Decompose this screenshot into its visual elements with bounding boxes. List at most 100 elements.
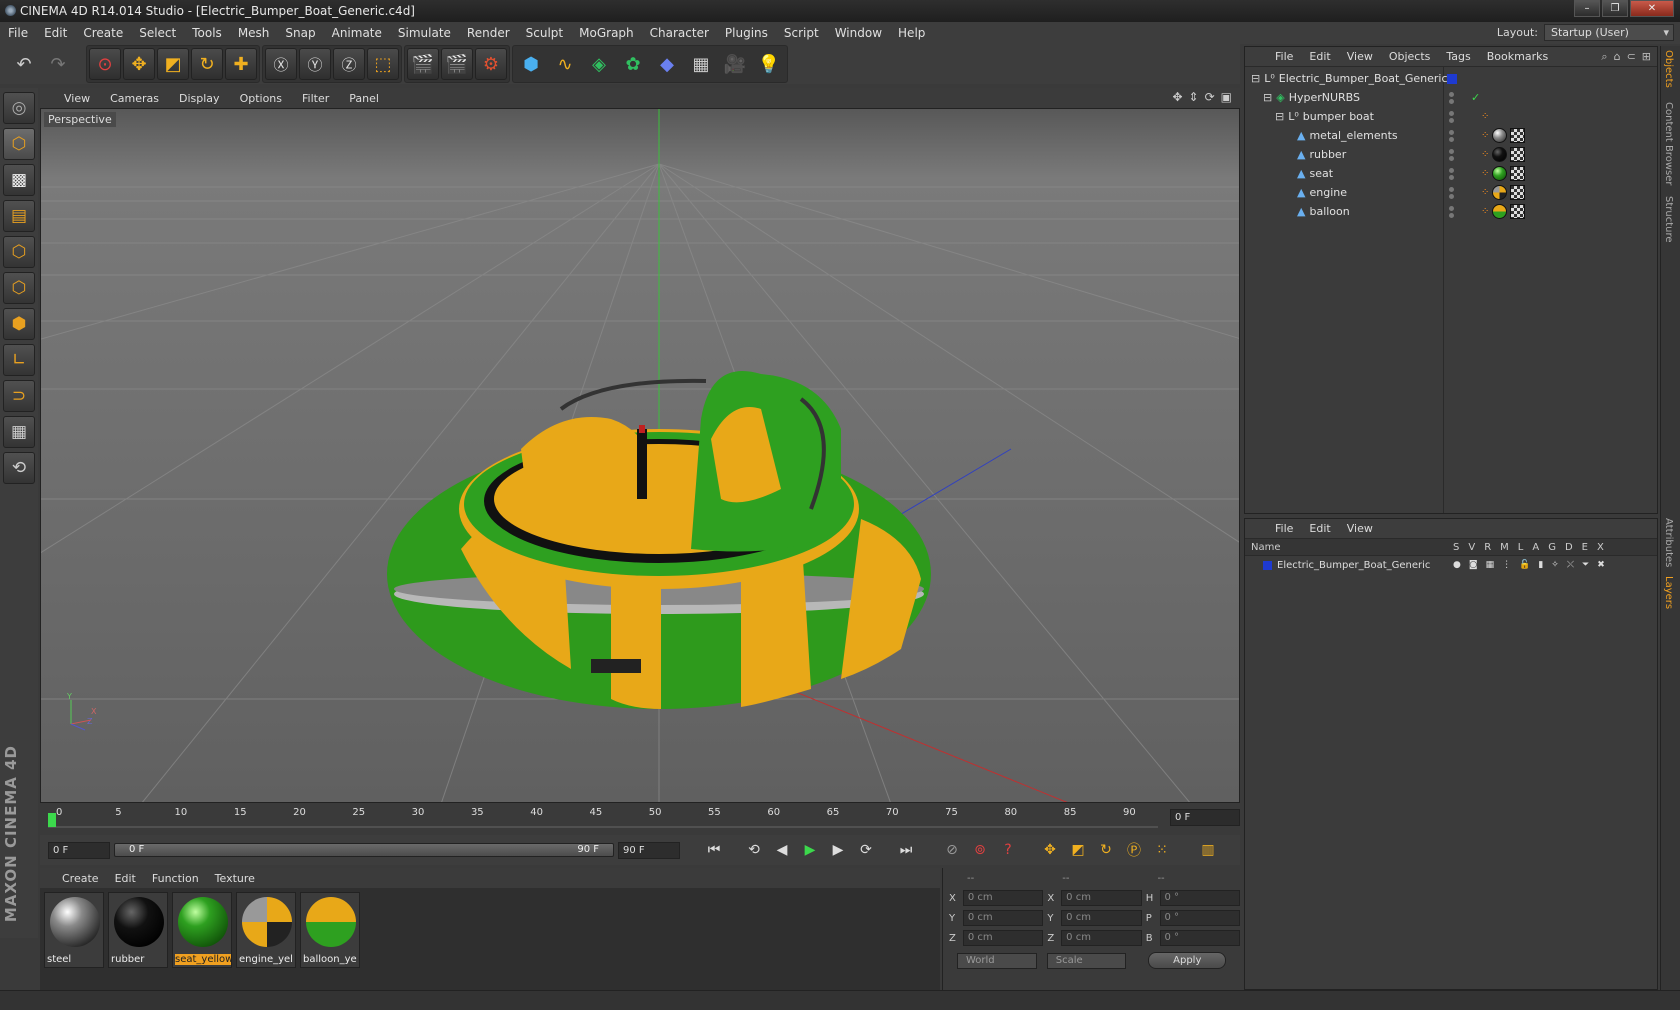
position-x-field[interactable]: 0 cm xyxy=(962,890,1044,906)
key-pla-icon[interactable]: ⁙ xyxy=(1150,838,1174,862)
material-tag-icon[interactable] xyxy=(1492,128,1508,143)
texture-mode-icon[interactable]: ▩ xyxy=(3,164,35,196)
tab-layers[interactable]: Layers xyxy=(1663,576,1674,609)
spline-icon[interactable]: ∿ xyxy=(549,48,581,80)
key-scale-icon[interactable]: ◩ xyxy=(1066,838,1090,862)
menu-mograph[interactable]: MoGraph xyxy=(571,26,642,40)
previous-frame-icon[interactable]: ◀ xyxy=(770,838,794,862)
end-frame-field[interactable]: 90 F xyxy=(618,841,680,859)
menu-plugins[interactable]: Plugins xyxy=(717,26,776,40)
phong-tag-icon[interactable]: ⁘ xyxy=(1481,187,1489,198)
objects-menu-objects[interactable]: Objects xyxy=(1381,50,1439,63)
rotate-icon[interactable]: ↻ xyxy=(191,48,223,80)
phong-tag-icon[interactable]: ⁘ xyxy=(1481,111,1489,122)
material-menu-edit[interactable]: Edit xyxy=(107,872,144,885)
orbit-icon[interactable]: ⟳ xyxy=(1205,90,1215,104)
visibility-dots[interactable] xyxy=(1449,110,1454,123)
material-menu-create[interactable]: Create xyxy=(54,872,107,885)
viewport-menu-display[interactable]: Display xyxy=(169,92,230,105)
maximize-view-icon[interactable]: ▣ xyxy=(1221,90,1232,104)
points-mode-icon[interactable]: ⬡ xyxy=(3,236,35,268)
layers-menu-file[interactable]: File xyxy=(1267,522,1301,535)
render-toggle-icon[interactable]: ▦ xyxy=(1486,560,1495,570)
layers-menu-view[interactable]: View xyxy=(1339,522,1381,535)
rotation-b-field[interactable]: 0 ° xyxy=(1159,930,1241,946)
array-icon[interactable]: ✿ xyxy=(617,48,649,80)
uvw-tag-icon[interactable] xyxy=(1510,166,1526,181)
dolly-icon[interactable]: ⇕ xyxy=(1189,90,1199,104)
enabled-check-icon[interactable]: ✓ xyxy=(1471,91,1480,104)
material-tag-icon[interactable] xyxy=(1492,166,1508,181)
phong-tag-icon[interactable]: ⁘ xyxy=(1481,206,1489,217)
tree-row-root[interactable]: ⊟ L⁰ Electric_Bumper_Boat_Generic xyxy=(1245,69,1657,88)
uvw-tag-icon[interactable] xyxy=(1510,147,1526,162)
redo-icon[interactable]: ↷ xyxy=(42,48,74,80)
material-steel[interactable]: steel xyxy=(44,892,104,968)
tab-content-browser[interactable]: Content Browser xyxy=(1663,102,1674,185)
uvw-tag-icon[interactable] xyxy=(1510,185,1526,200)
menu-mesh[interactable]: Mesh xyxy=(230,26,278,40)
tree-row-balloon[interactable]: ▲ balloon ⁘ xyxy=(1245,202,1657,221)
x-axis-lock-icon[interactable]: Ⓧ xyxy=(265,48,297,80)
rotation-p-field[interactable]: 0 ° xyxy=(1159,910,1241,926)
render-picture-viewer-icon[interactable]: 🎬 xyxy=(441,48,473,80)
coordinate-system-icon[interactable]: ⬚ xyxy=(367,48,399,80)
pan-icon[interactable]: ✥ xyxy=(1172,90,1182,104)
collapse-icon[interactable]: ⊟ xyxy=(1251,72,1260,85)
expression-toggle-icon[interactable]: ⏷ xyxy=(1582,560,1589,570)
render-view-icon[interactable]: 🎬 xyxy=(407,48,439,80)
maximize-button[interactable]: ❐ xyxy=(1602,0,1628,17)
material-rubber[interactable]: rubber xyxy=(108,892,168,968)
col-locked[interactable]: L xyxy=(1518,542,1524,553)
y-axis-lock-icon[interactable]: Ⓨ xyxy=(299,48,331,80)
apply-button[interactable]: Apply xyxy=(1148,952,1227,969)
menu-render[interactable]: Render xyxy=(459,26,518,40)
col-solo[interactable]: S xyxy=(1453,542,1459,553)
preview-range-slider[interactable]: 0 F 90 F xyxy=(114,843,614,857)
col-manager[interactable]: M xyxy=(1500,542,1509,553)
size-x-field[interactable]: 0 cm xyxy=(1061,890,1142,906)
collapse-icon[interactable]: ⊟ xyxy=(1275,110,1284,123)
visibility-dots[interactable] xyxy=(1449,167,1454,180)
tree-row-seat[interactable]: ▲ seat ⁘ xyxy=(1245,164,1657,183)
visible-toggle-icon[interactable]: ◙ xyxy=(1469,560,1478,570)
material-tag-icon[interactable] xyxy=(1492,185,1508,200)
collapse-icon[interactable]: ⊟ xyxy=(1263,91,1272,104)
objects-menu-file[interactable]: File xyxy=(1267,50,1301,63)
tree-row-bumper-boat[interactable]: ⊟ L⁰ bumper boat ⁘ xyxy=(1245,107,1657,126)
hierarchy-icon[interactable]: ⊂ xyxy=(1627,50,1636,64)
snap-icon[interactable]: ⊃ xyxy=(3,380,35,412)
size-y-field[interactable]: 0 cm xyxy=(1061,910,1142,926)
z-axis-lock-icon[interactable]: Ⓩ xyxy=(333,48,365,80)
layers-menu-edit[interactable]: Edit xyxy=(1301,522,1338,535)
material-menu-function[interactable]: Function xyxy=(144,872,207,885)
scale-icon[interactable]: ◩ xyxy=(157,48,189,80)
keyframe-selection-icon[interactable]: ? xyxy=(996,838,1020,862)
minimize-button[interactable]: – xyxy=(1574,0,1600,17)
workplane-icon[interactable]: ▤ xyxy=(3,200,35,232)
make-editable-icon[interactable]: ◎ xyxy=(3,92,35,124)
col-animation[interactable]: A xyxy=(1532,542,1539,553)
menu-edit[interactable]: Edit xyxy=(36,26,75,40)
visibility-dots[interactable] xyxy=(1449,148,1454,161)
lock-toggle-icon[interactable]: 🔓 xyxy=(1519,560,1530,570)
material-menu-texture[interactable]: Texture xyxy=(207,872,263,885)
menu-animate[interactable]: Animate xyxy=(324,26,390,40)
material-tag-icon[interactable] xyxy=(1492,204,1508,219)
next-frame-icon[interactable]: ▶ xyxy=(826,838,850,862)
close-button[interactable]: ✕ xyxy=(1630,0,1674,17)
cube-object-icon[interactable]: ⬢ xyxy=(515,48,547,80)
coordinate-space-select[interactable]: World xyxy=(957,952,1037,969)
camera-icon[interactable]: 🎥 xyxy=(719,48,751,80)
material-balloon-yellow[interactable]: balloon_ye xyxy=(300,892,360,968)
deformer-toggle-icon[interactable]: ⤬ xyxy=(1567,560,1574,570)
visibility-dots[interactable] xyxy=(1449,91,1454,104)
tree-row-engine[interactable]: ▲ engine ⁘ xyxy=(1245,183,1657,202)
layout-select[interactable]: Startup (User) xyxy=(1544,24,1674,41)
rotation-h-field[interactable]: 0 ° xyxy=(1159,890,1241,906)
col-xref[interactable]: X xyxy=(1597,542,1604,553)
viewport-camera-label[interactable]: Perspective xyxy=(44,112,116,127)
position-z-field[interactable]: 0 cm xyxy=(962,930,1044,946)
current-frame-field[interactable]: 0 F xyxy=(1170,809,1240,826)
transform-icon[interactable]: ✚ xyxy=(225,48,257,80)
